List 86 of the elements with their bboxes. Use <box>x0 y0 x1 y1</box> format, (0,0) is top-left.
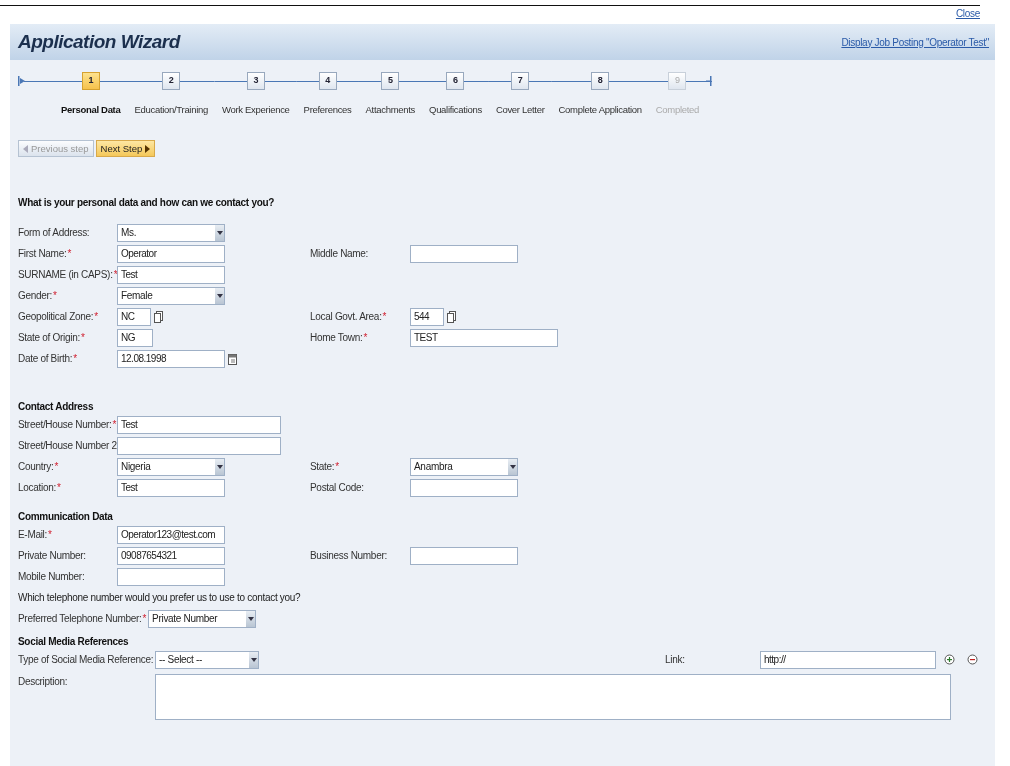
dropdown[interactable]: Ms. <box>117 223 225 242</box>
input-field[interactable]: http:// <box>760 650 936 669</box>
section-heading: Contact Address <box>18 400 95 415</box>
caret-icon[interactable] <box>215 458 224 475</box>
step-number-box[interactable]: 3 <box>246 72 265 90</box>
input-field[interactable] <box>117 567 225 586</box>
field-label: Street/House Number:* <box>18 418 117 433</box>
field-label: Type of Social Media Reference: <box>18 653 155 668</box>
caret-icon[interactable] <box>508 458 517 475</box>
start-marker-icon <box>18 76 26 86</box>
input-field[interactable]: Operator <box>117 244 225 263</box>
step-number-box[interactable]: 7 <box>511 72 530 90</box>
field-label: E-Mail:* <box>18 528 53 543</box>
input-field[interactable] <box>410 546 518 565</box>
field-label: Home Town:* <box>310 331 368 346</box>
step-label[interactable]: Complete Application <box>551 103 649 118</box>
field-label: Gender:* <box>18 289 58 304</box>
value-help-icon[interactable] <box>154 310 163 323</box>
field-label: Business Number: <box>310 549 388 564</box>
field-label: Middle Name: <box>310 247 370 262</box>
field-label: Postal Code: <box>310 481 365 496</box>
step-label[interactable]: Preferences <box>296 103 359 118</box>
section-heading: Social Media References <box>18 635 130 650</box>
field-label: Country:* <box>18 460 59 475</box>
field-label: Preferred Telephone Number:* <box>18 612 147 627</box>
field-label: First Name:* <box>18 247 72 262</box>
caret-icon[interactable] <box>215 224 224 241</box>
step-label[interactable]: Education/Training <box>127 103 215 118</box>
input-field[interactable]: Test <box>117 478 225 497</box>
field-label: Form of Address: <box>18 226 91 241</box>
step-label[interactable]: Qualifications <box>422 103 489 118</box>
input-field[interactable]: 09087654321 <box>117 546 225 565</box>
field-label: Location:* <box>18 481 62 496</box>
dropdown[interactable]: Private Number <box>148 609 257 628</box>
caret-icon[interactable] <box>246 610 256 627</box>
input-field[interactable]: 544 <box>410 307 444 326</box>
field-label: Local Govt. Area:* <box>310 310 388 325</box>
step-label[interactable]: Cover Letter <box>488 103 552 118</box>
field-label: State of Origin:* <box>18 331 86 346</box>
page-title: Application Wizard <box>18 29 180 54</box>
dropdown[interactable]: -- Select -- <box>155 650 259 669</box>
dropdown[interactable]: Female <box>117 286 225 305</box>
input-field[interactable]: Test <box>117 265 225 284</box>
caret-icon[interactable] <box>215 287 224 304</box>
value-help-icon[interactable] <box>447 310 456 323</box>
remove-icon[interactable] <box>967 654 978 666</box>
input-field[interactable] <box>117 436 281 455</box>
input-field[interactable]: Test <box>117 415 281 434</box>
right-arrow-icon <box>145 144 151 153</box>
field-label: Date of Birth:* <box>18 352 78 367</box>
close-link[interactable]: Close <box>955 6 980 22</box>
input-field[interactable] <box>410 478 518 497</box>
input-field[interactable]: 12.08.1998 <box>117 349 225 368</box>
section-heading: Communication Data <box>18 510 114 525</box>
question-text: Which telephone number would you prefer us to use to contact you? <box>18 591 302 606</box>
field-label: Geopolitical Zone:* <box>18 310 99 325</box>
field-label: State:* <box>310 460 340 475</box>
input-field[interactable]: Operator123@test.com <box>117 525 225 544</box>
section-heading: What is your personal data and how can we contact you? <box>18 196 276 211</box>
calendar-icon[interactable] <box>228 352 237 365</box>
step-number-box[interactable]: 5 <box>381 72 400 90</box>
job-posting-link[interactable]: Display Job Posting "Operator Test" <box>841 34 989 50</box>
input-field[interactable] <box>410 244 518 263</box>
step-label[interactable]: Personal Data <box>54 103 128 118</box>
input-field[interactable]: NC <box>117 307 151 326</box>
left-arrow-icon <box>23 144 28 153</box>
end-marker-icon <box>706 76 713 86</box>
caret-icon[interactable] <box>249 651 258 668</box>
field-label: Description: <box>18 675 69 690</box>
input-field[interactable]: NG <box>117 328 153 347</box>
step-number-box[interactable]: 8 <box>591 72 610 90</box>
step-label[interactable]: Work Experience <box>214 103 297 118</box>
dropdown[interactable]: Anambra <box>410 457 518 476</box>
dropdown[interactable]: Nigeria <box>117 457 225 476</box>
add-icon[interactable] <box>944 654 955 666</box>
next-step-button[interactable]: Next Step <box>95 140 156 158</box>
input-field[interactable]: TEST <box>410 328 558 347</box>
step-label[interactable]: Attachments <box>358 103 423 118</box>
field-label: Private Number: <box>18 549 87 564</box>
step-number-box[interactable]: 2 <box>162 72 181 90</box>
step-number-box[interactable]: 6 <box>446 72 465 90</box>
step-number-box[interactable]: 4 <box>318 72 337 90</box>
field-label: Link: <box>665 653 686 668</box>
field-label: SURNAME (in CAPS):* <box>18 268 117 283</box>
field-label: Mobile Number: <box>18 570 86 585</box>
step-number-box[interactable]: 1 <box>81 72 100 90</box>
